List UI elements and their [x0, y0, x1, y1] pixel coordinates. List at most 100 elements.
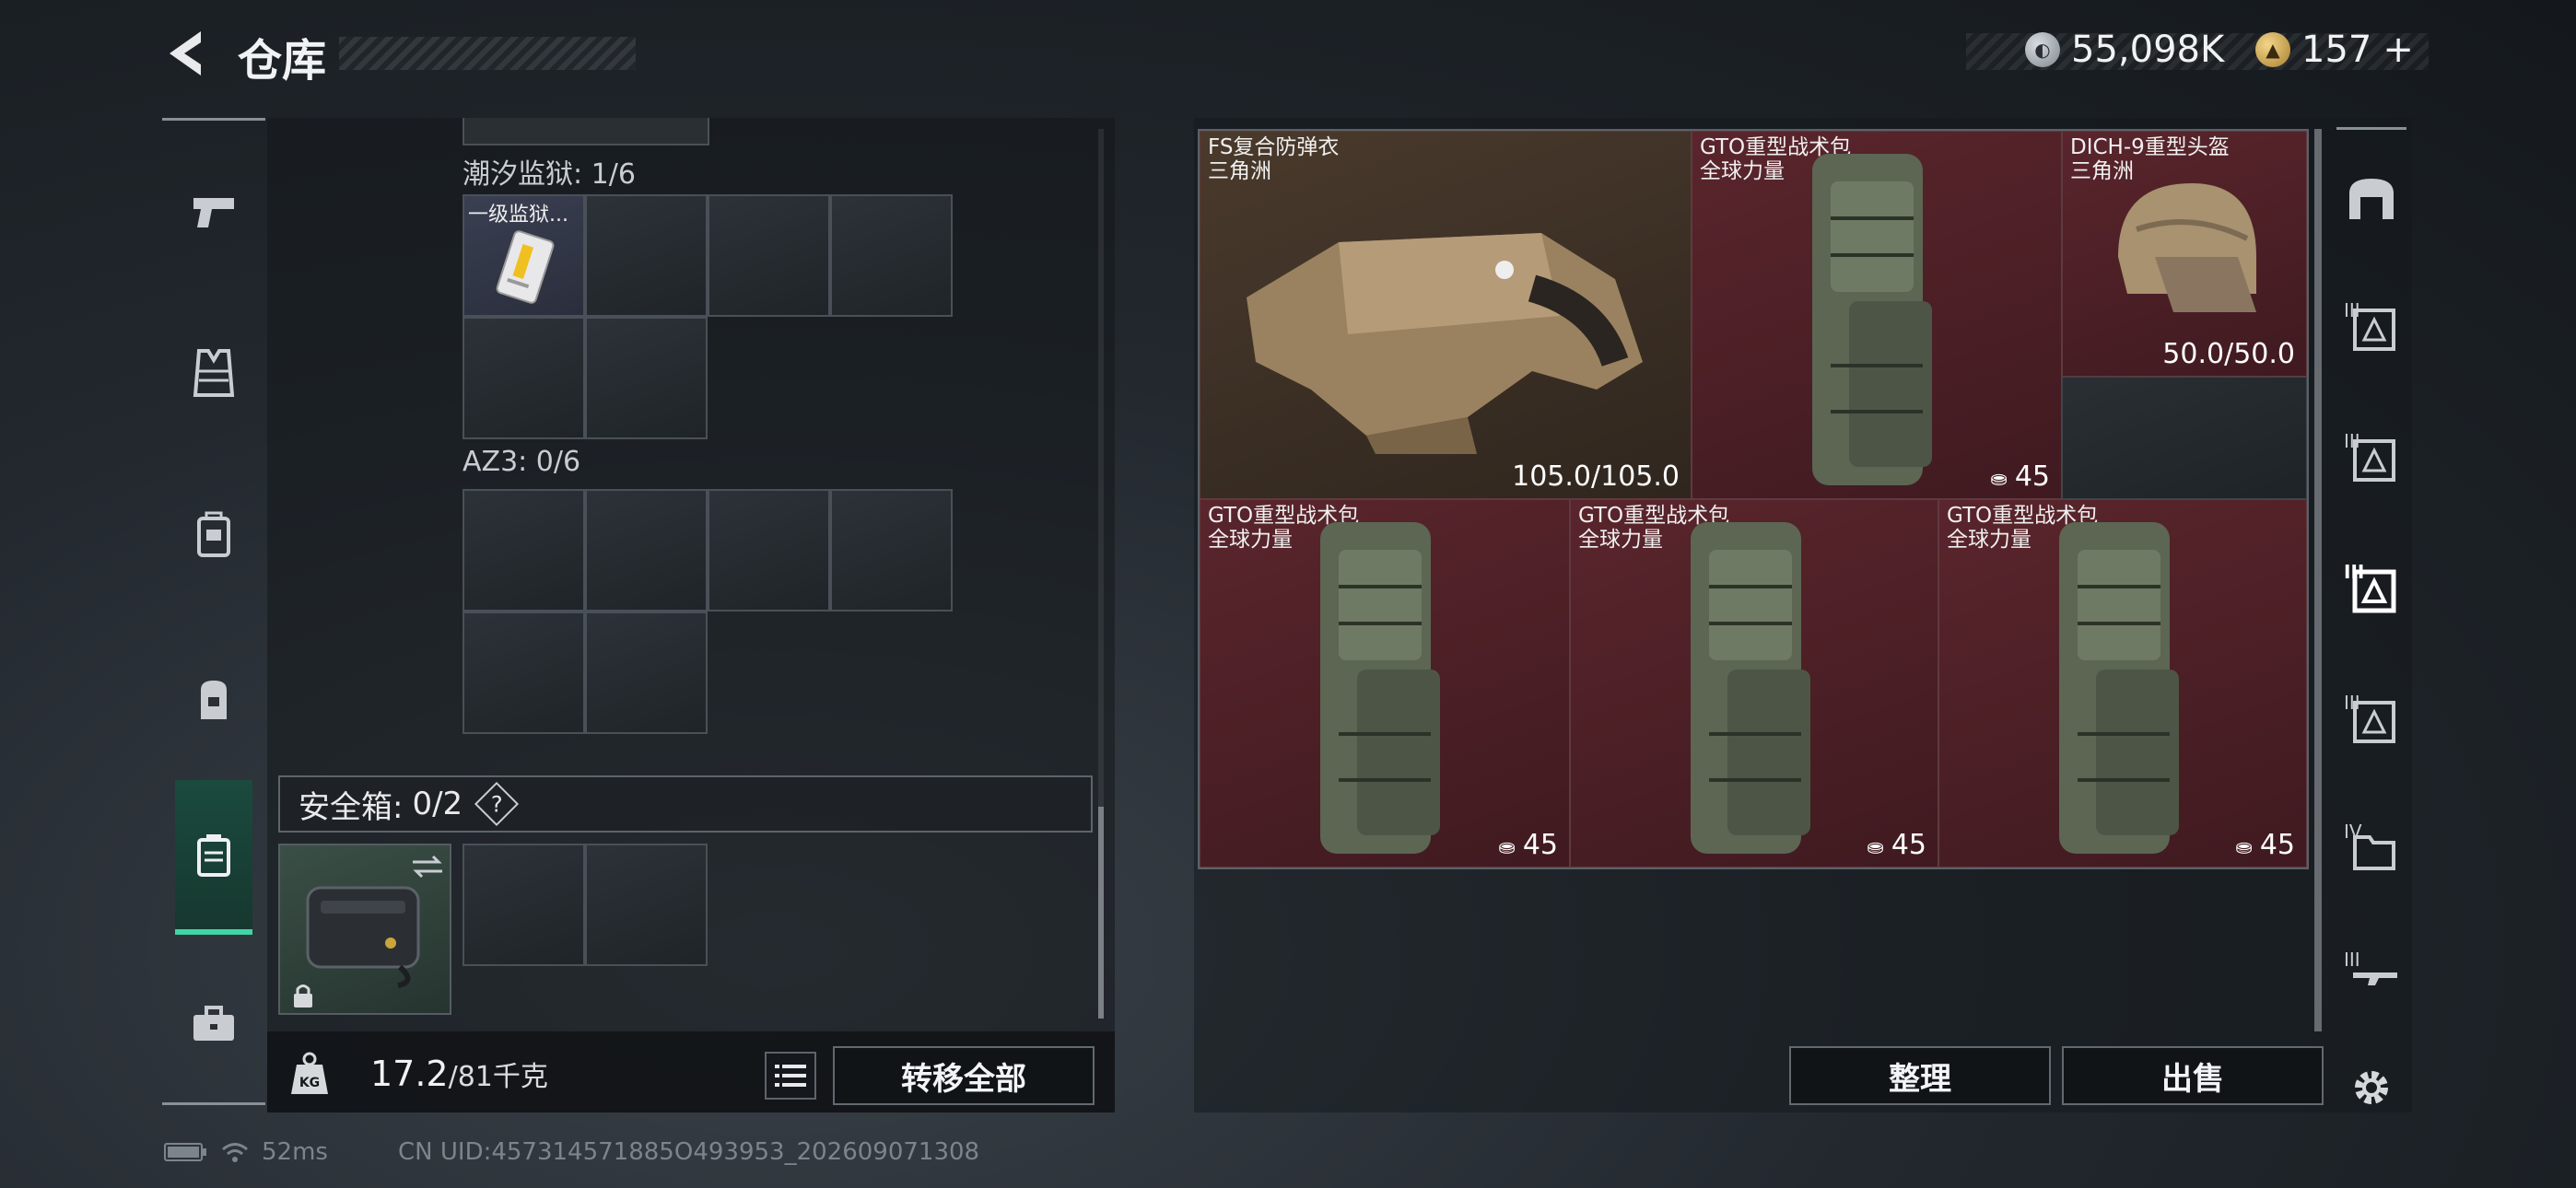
- item-durability: 105.0/105.0: [1512, 460, 1680, 493]
- gear-box-icon: [2353, 309, 2395, 351]
- item-armor[interactable]: FS复合防弹衣 三角洲 105.0/105.0: [1200, 131, 1692, 499]
- prison-card-name: 一级监狱...: [468, 204, 568, 227]
- item-value: ⛂ 45: [1867, 829, 1926, 861]
- weight-lock-icon: ⛂: [1867, 836, 1884, 859]
- chest-rig-icon: [197, 511, 230, 557]
- gear-icon: [2355, 1071, 2388, 1104]
- currency-2[interactable]: ▲ 157 +: [2255, 28, 2414, 72]
- folder-icon: [2353, 835, 2395, 870]
- weight-readout: 17.2/81千克: [370, 1054, 548, 1094]
- prison-card-slot[interactable]: 一级监狱...: [463, 194, 585, 317]
- rnav-tab-6[interactable]: III: [2336, 921, 2406, 1022]
- rifle-icon: [2353, 973, 2397, 985]
- safebox-item[interactable]: [278, 844, 451, 1015]
- safebox-icon: [197, 834, 230, 877]
- grid-cell[interactable]: [585, 489, 708, 611]
- transfer-all-button[interactable]: 转移全部: [833, 1046, 1095, 1105]
- nav-backpack[interactable]: [162, 644, 265, 754]
- left-nav: [162, 118, 265, 1105]
- grid-cell[interactable]: [585, 317, 708, 439]
- nav-safebox[interactable]: [175, 780, 252, 935]
- item-value: ⛂ 45: [2235, 829, 2295, 861]
- previous-grid-fragment: [463, 118, 709, 146]
- battery-icon: [164, 1143, 206, 1161]
- settings-button[interactable]: [2336, 1037, 2406, 1138]
- nav-chest-rig[interactable]: [162, 480, 265, 590]
- grid-cell[interactable]: [463, 611, 585, 734]
- grid-cell[interactable]: [708, 489, 830, 611]
- page-title: 仓库: [238, 35, 327, 87]
- grid-cell[interactable]: [463, 489, 585, 611]
- currency-2-value: 157: [2301, 29, 2372, 71]
- item-backpack[interactable]: GTO重型战术包 全球力量 ⛂ 45: [1938, 499, 2307, 868]
- tactical-backpack-icon: [2059, 522, 2179, 854]
- grid-cell[interactable]: [830, 194, 953, 317]
- tactical-backpack-icon: [1812, 154, 1932, 485]
- safebox-slot[interactable]: [585, 844, 708, 966]
- rnav-tab-1[interactable]: III: [2336, 276, 2406, 378]
- item-backpack[interactable]: GTO重型战术包 全球力量 ⛂ 45: [1200, 499, 1570, 868]
- list-view-button[interactable]: [765, 1052, 816, 1100]
- item-name: FS复合防弹衣 三角洲: [1208, 135, 1340, 183]
- currency-2-add-button[interactable]: +: [2383, 29, 2414, 71]
- rnav-tab-2[interactable]: III: [2336, 407, 2406, 508]
- sort-button[interactable]: 整理: [1789, 1046, 2051, 1105]
- nav-toolbox[interactable]: [162, 968, 265, 1078]
- backpack-icon: [201, 681, 227, 719]
- weight-lock-icon: ⛂: [1990, 468, 2008, 491]
- safebox-case-icon: [306, 886, 420, 988]
- sell-button[interactable]: 出售: [2062, 1046, 2324, 1105]
- item-value: ⛂ 45: [1990, 460, 2050, 493]
- tactical-backpack-icon: [1691, 522, 1810, 854]
- gear-box-icon: [2352, 569, 2396, 613]
- title-decoration: [339, 37, 636, 70]
- currency-1-value: 55,098K: [2071, 29, 2225, 71]
- safebox-count: 0/2: [412, 786, 463, 822]
- swap-icon[interactable]: [409, 853, 446, 880]
- toolbox-icon: [193, 1006, 234, 1041]
- safebox-slot[interactable]: [463, 844, 585, 966]
- item-backpack[interactable]: GTO重型战术包 全球力量 ⛂ 45: [1692, 131, 2062, 499]
- rnav-tab-3-active[interactable]: III: [2336, 538, 2406, 639]
- weight-lock-icon: ⛂: [1498, 836, 1516, 859]
- pistol-icon: [193, 198, 234, 227]
- stash-home-icon: [2349, 179, 2394, 219]
- item-backpack[interactable]: GTO重型战术包 全球力量 ⛂ 45: [1570, 499, 1938, 868]
- grid-cell[interactable]: [585, 194, 708, 317]
- svg-text:KG: KG: [299, 1076, 320, 1090]
- grid-cell[interactable]: [708, 194, 830, 317]
- section-1-label: 潮汐监狱: 1/6: [463, 158, 636, 191]
- rnav-tab-5[interactable]: IV: [2336, 798, 2406, 899]
- safebox-help-icon[interactable]: ?: [474, 781, 520, 827]
- item-durability: 50.0/50.0: [2162, 338, 2295, 370]
- gear-box-icon: [2353, 701, 2395, 743]
- nav-vest[interactable]: [162, 318, 265, 428]
- status-bar: 52ms: [164, 1138, 328, 1166]
- grid-cell[interactable]: [585, 611, 708, 734]
- left-scroll-thumb[interactable]: [1098, 807, 1104, 1019]
- weight-max: /81千克: [448, 1061, 548, 1093]
- currency-1: ◐ 55,098K: [2025, 28, 2224, 72]
- nav-weapons[interactable]: [162, 157, 265, 268]
- section-2-label: AZ3: 0/6: [463, 446, 581, 478]
- tactical-backpack-icon: [1320, 522, 1440, 854]
- gear-box-icon: [2353, 439, 2395, 482]
- item-value: ⛂ 45: [1498, 829, 1558, 861]
- item-helmet[interactable]: DICH-9重型头盔 三角洲 50.0/50.0: [2062, 131, 2307, 377]
- vest-icon: [193, 349, 235, 397]
- uid-text: CN UID:457314571885O493953_202609071308: [398, 1138, 980, 1166]
- weight-lock-icon: ⛂: [2235, 836, 2253, 859]
- safebox-header: 安全箱: 0/2 ?: [278, 775, 1093, 833]
- grid-cell[interactable]: [2062, 377, 2307, 499]
- body-armor-icon: [1247, 233, 1643, 454]
- grid-cell[interactable]: [830, 489, 953, 611]
- rnav-all[interactable]: [2336, 147, 2406, 249]
- wifi-icon: [222, 1143, 248, 1162]
- silver-coin-icon: ◐: [2025, 32, 2060, 67]
- back-button[interactable]: [164, 28, 210, 79]
- weight-icon: KG: [286, 1050, 334, 1098]
- rnav-tab-4[interactable]: III: [2336, 669, 2406, 770]
- right-scroll-thumb[interactable]: [2314, 129, 2322, 1031]
- keycard-icon: [496, 230, 555, 304]
- grid-cell[interactable]: [463, 317, 585, 439]
